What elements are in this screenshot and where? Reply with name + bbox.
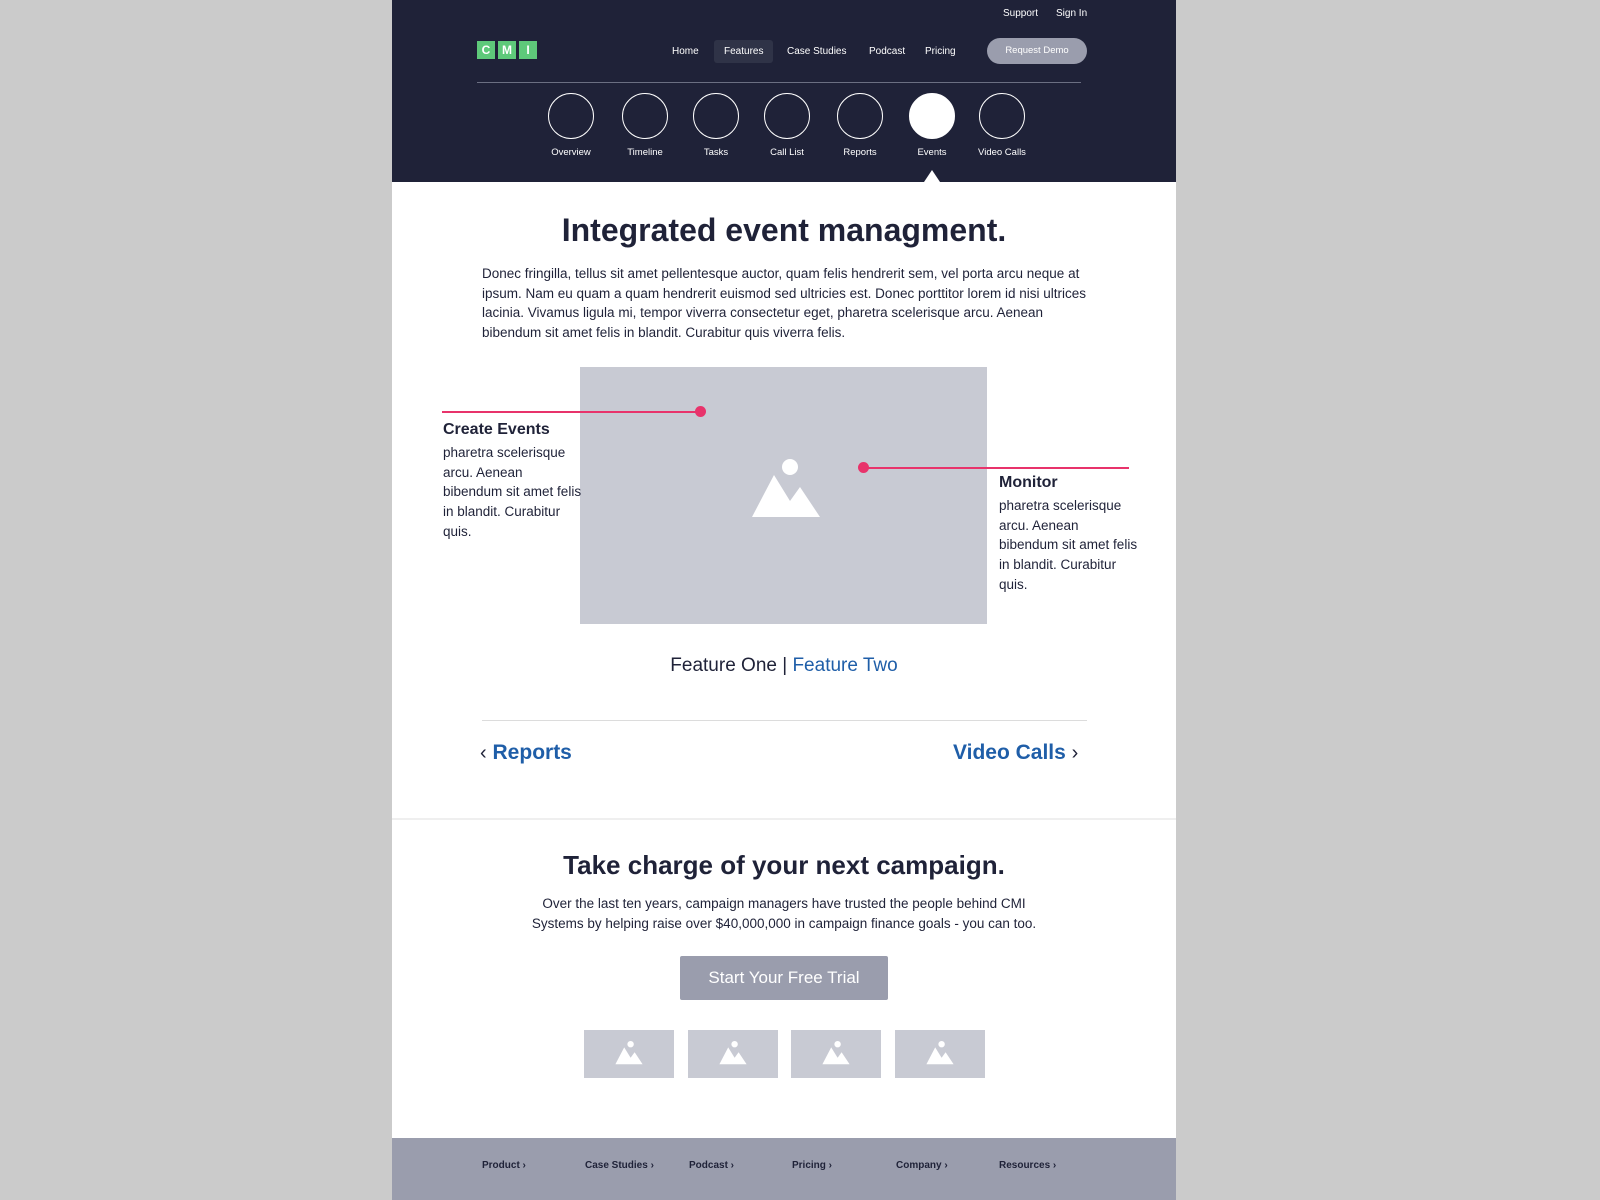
- circle-icon: [979, 93, 1025, 139]
- callout-dot: [695, 406, 706, 417]
- footer-link-resources[interactable]: Resources ›: [999, 1160, 1056, 1171]
- prev-feature-link[interactable]: ‹ Reports: [480, 741, 572, 765]
- header-divider: [477, 82, 1081, 83]
- cta-text-line: Over the last ten years, campaign manage…: [542, 896, 1026, 911]
- logo-thumbnail: [688, 1030, 778, 1078]
- page-title: Integrated event managment.: [561, 212, 1007, 248]
- footer-link-company[interactable]: Company ›: [896, 1160, 948, 1171]
- chevron-right-icon: ›: [1071, 742, 1079, 764]
- logo-letter: I: [519, 41, 537, 59]
- logo-thumbnail: [584, 1030, 674, 1078]
- feature-tab-label: Timeline: [627, 147, 663, 158]
- circle-icon: [837, 93, 883, 139]
- nav-case-studies[interactable]: Case Studies: [777, 40, 856, 63]
- next-feature-label: Video Calls: [953, 741, 1066, 764]
- image-icon: [719, 1041, 747, 1065]
- intro-paragraph: Donec fringilla, tellus sit amet pellent…: [482, 266, 1087, 341]
- footer-link-product[interactable]: Product ›: [482, 1160, 526, 1171]
- request-demo-button[interactable]: Request Demo: [987, 38, 1087, 64]
- hero-image-placeholder: [580, 367, 987, 624]
- feature-tab-label: Reports: [843, 147, 877, 158]
- section-divider: [392, 818, 1176, 820]
- circle-icon: [622, 93, 668, 139]
- feature-tab-label: Tasks: [703, 147, 729, 158]
- cta-title: Take charge of your next campaign.: [563, 850, 1005, 880]
- circle-icon: [548, 93, 594, 139]
- next-feature-link[interactable]: Video Calls ›: [953, 741, 1078, 765]
- callout-title-monitor: Monitor: [999, 474, 1058, 491]
- image-icon: [615, 1041, 643, 1065]
- feature-tab-events[interactable]: Events: [897, 93, 967, 158]
- feature-tab-overview[interactable]: Overview: [536, 93, 606, 158]
- cta-text: Over the last ten years, campaign manage…: [392, 894, 1176, 933]
- feature-tab-tasks[interactable]: Tasks: [681, 93, 751, 158]
- feature-tab-label: Events: [917, 147, 947, 158]
- footer-link-pricing[interactable]: Pricing ›: [792, 1160, 832, 1171]
- start-free-trial-button[interactable]: Start Your Free Trial: [680, 956, 888, 1000]
- callout-text: pharetra scelerisque arcu. Aenean bibend…: [999, 498, 1138, 592]
- feature-one-label[interactable]: Feature One: [670, 655, 777, 676]
- site-header: Support Sign In C M I Home Features Case…: [392, 0, 1176, 182]
- separator: |: [776, 655, 793, 676]
- callout-line: [862, 467, 1129, 469]
- site-footer: Product › Case Studies › Podcast › Prici…: [392, 1138, 1176, 1200]
- image-icon: [752, 459, 820, 517]
- feature-toggle: Feature One | Feature Two: [392, 655, 1176, 677]
- nav-home[interactable]: Home: [662, 40, 709, 63]
- nav-pricing[interactable]: Pricing: [915, 40, 966, 63]
- page: Support Sign In C M I Home Features Case…: [392, 0, 1176, 1200]
- callout-line: [442, 411, 700, 413]
- chevron-left-icon: ‹: [480, 742, 487, 764]
- circle-icon: [764, 93, 810, 139]
- circle-icon: [909, 93, 955, 139]
- callout-dot: [858, 462, 869, 473]
- image-icon: [822, 1041, 850, 1065]
- logo-letter: C: [477, 41, 495, 59]
- feature-tab-reports[interactable]: Reports: [825, 93, 895, 158]
- feature-tab-timeline[interactable]: Timeline: [610, 93, 680, 158]
- nav-features[interactable]: Features: [714, 40, 774, 63]
- logo[interactable]: C M I: [477, 41, 537, 59]
- feature-tab-call-list[interactable]: Call List: [752, 93, 822, 158]
- image-icon: [926, 1041, 954, 1065]
- active-tab-pointer: [924, 170, 940, 182]
- feature-tab-label: Call List: [770, 147, 804, 158]
- logo-thumbnail: [895, 1030, 985, 1078]
- callout-text: pharetra scelerisque arcu. Aenean bibend…: [443, 445, 582, 539]
- feature-two-link[interactable]: Feature Two: [792, 655, 897, 676]
- prev-feature-label: Reports: [492, 741, 572, 764]
- sign-in-link[interactable]: Sign In: [1056, 8, 1087, 19]
- cta-text-line: Systems by helping raise over $40,000,00…: [531, 915, 1037, 931]
- logo-letter: M: [498, 41, 516, 59]
- callout-title-create-events: Create Events: [443, 421, 550, 438]
- nav-podcast[interactable]: Podcast: [859, 40, 915, 63]
- feature-tab-video-calls[interactable]: Video Calls: [967, 93, 1037, 158]
- feature-tab-label: Overview: [551, 147, 591, 158]
- footer-link-podcast[interactable]: Podcast ›: [689, 1160, 734, 1171]
- footer-link-case-studies[interactable]: Case Studies ›: [585, 1160, 654, 1171]
- section-divider: [482, 720, 1087, 721]
- circle-icon: [693, 93, 739, 139]
- feature-tab-label: Video Calls: [978, 147, 1026, 158]
- support-link[interactable]: Support: [1003, 8, 1038, 19]
- logo-thumbnail: [791, 1030, 881, 1078]
